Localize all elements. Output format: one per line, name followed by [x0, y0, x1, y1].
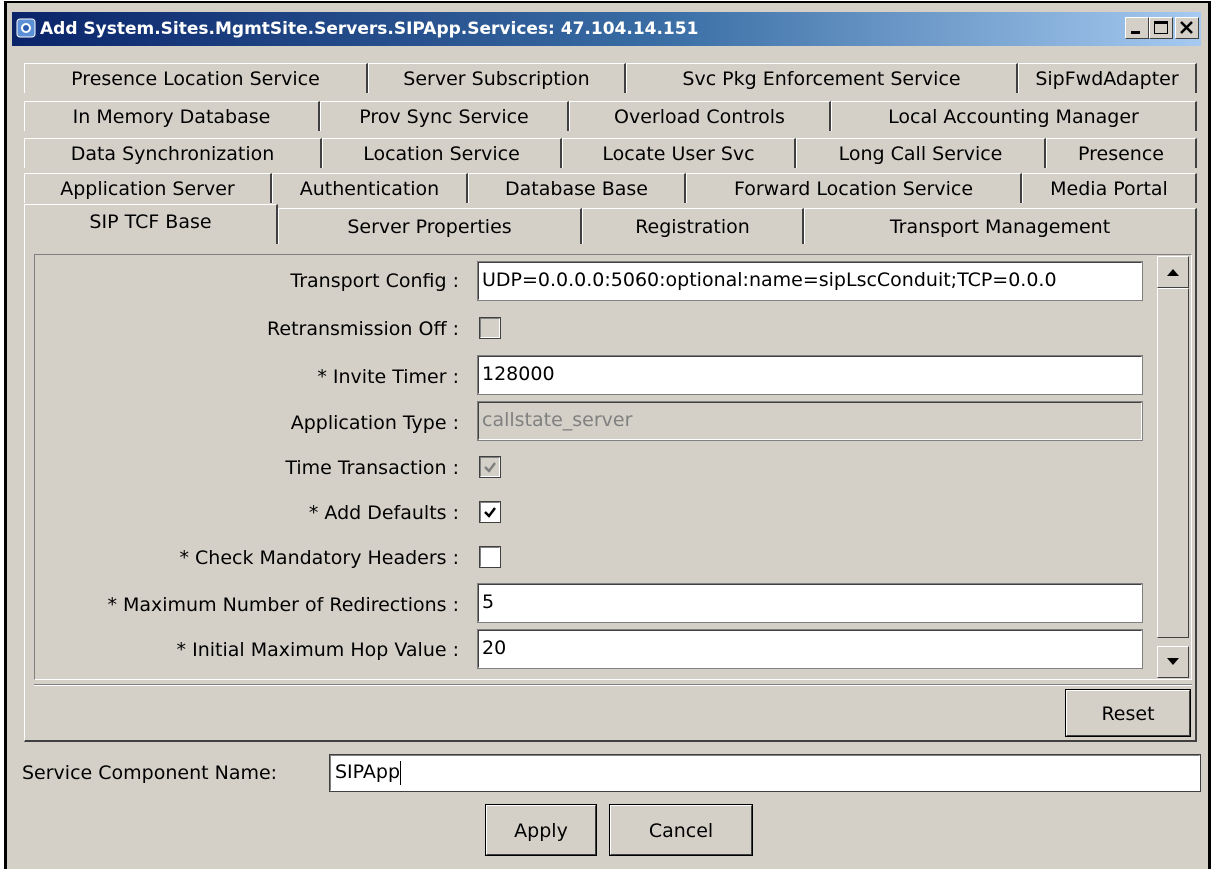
tab-media-portal[interactable]: Media Portal	[1022, 173, 1197, 203]
application-type-field: callstate_server	[477, 401, 1143, 441]
time-transaction-checkbox[interactable]	[479, 456, 501, 478]
cancel-button[interactable]: Cancel	[609, 804, 753, 856]
transport-config-label: Transport Config :	[290, 270, 459, 292]
tab-server-properties[interactable]: Server Properties	[278, 208, 582, 244]
maximize-button[interactable]	[1149, 17, 1173, 39]
apply-button[interactable]: Apply	[485, 804, 597, 856]
close-icon	[1180, 21, 1193, 34]
service-component-name-value: SIPApp	[335, 761, 401, 783]
tab-transport-management[interactable]: Transport Management	[804, 208, 1197, 244]
tab-registration[interactable]: Registration	[582, 208, 804, 244]
panel-separator	[34, 684, 1192, 686]
initial-max-hop-field[interactable]: 20	[477, 629, 1143, 669]
time-transaction-label: Time Transaction :	[285, 457, 459, 479]
max-redirections-label: * Maximum Number of Redirections :	[107, 594, 459, 616]
service-component-name-field[interactable]: SIPApp	[329, 754, 1201, 792]
tab-database-base[interactable]: Database Base	[468, 173, 686, 203]
check-icon	[484, 462, 496, 473]
scroll-down-button[interactable]	[1157, 646, 1189, 678]
text-cursor	[400, 760, 402, 785]
check-icon	[484, 507, 496, 518]
add-defaults-checkbox[interactable]	[479, 501, 501, 523]
maximize-icon	[1154, 21, 1168, 34]
tab-forward-location-service[interactable]: Forward Location Service	[686, 173, 1022, 203]
tab-server-subscription[interactable]: Server Subscription	[368, 63, 626, 93]
retransmission-off-checkbox[interactable]	[479, 317, 501, 339]
tab-long-call-service[interactable]: Long Call Service	[796, 138, 1046, 168]
tab-in-memory-database[interactable]: In Memory Database	[24, 101, 320, 131]
tab-authentication[interactable]: Authentication	[272, 173, 468, 203]
add-defaults-label: * Add Defaults :	[308, 502, 459, 524]
tab-sipfwdadapter[interactable]: SipFwdAdapter	[1018, 63, 1197, 93]
arrow-down-icon	[1167, 658, 1179, 665]
initial-max-hop-label: * Initial Maximum Hop Value :	[176, 639, 459, 661]
scroll-up-button[interactable]	[1157, 256, 1189, 288]
retransmission-off-label: Retransmission Off :	[267, 318, 459, 340]
invite-timer-label: * Invite Timer :	[317, 366, 459, 388]
minimize-icon	[1131, 31, 1140, 34]
scroll-track[interactable]	[1157, 288, 1189, 638]
app-icon	[16, 18, 36, 38]
tab-sip-tcf-base[interactable]: SIP TCF Base	[24, 204, 278, 244]
tab-application-server[interactable]: Application Server	[24, 173, 272, 203]
tab-presence-location-service[interactable]: Presence Location Service	[24, 63, 368, 93]
tab-svc-pkg-enforcement-service[interactable]: Svc Pkg Enforcement Service	[626, 63, 1018, 93]
vertical-scrollbar[interactable]	[1157, 256, 1189, 678]
max-redirections-field[interactable]: 5	[477, 583, 1143, 623]
scroll-thumb[interactable]	[1157, 288, 1189, 638]
tab-presence[interactable]: Presence	[1046, 138, 1197, 168]
minimize-button[interactable]	[1125, 17, 1149, 39]
check-mandatory-headers-checkbox[interactable]	[479, 546, 501, 568]
service-component-label: Service Component Name:	[22, 762, 278, 784]
check-mandatory-headers-label: * Check Mandatory Headers :	[179, 547, 460, 569]
transport-config-field[interactable]: UDP=0.0.0.0:5060:optional:name=sipLscCon…	[477, 261, 1143, 301]
arrow-up-icon	[1167, 269, 1179, 276]
tab-locate-user-svc[interactable]: Locate User Svc	[562, 138, 796, 168]
tab-local-accounting-manager[interactable]: Local Accounting Manager	[831, 101, 1197, 131]
title-bar[interactable]: Add System.Sites.MgmtSite.Servers.SIPApp…	[12, 12, 1201, 46]
invite-timer-field[interactable]: 128000	[477, 355, 1143, 395]
tab-prov-sync-service[interactable]: Prov Sync Service	[320, 101, 569, 131]
application-type-label: Application Type :	[290, 412, 459, 434]
tab-overload-controls[interactable]: Overload Controls	[569, 101, 831, 131]
window-title: Add System.Sites.MgmtSite.Servers.SIPApp…	[40, 19, 699, 39]
reset-button[interactable]: Reset	[1065, 689, 1191, 737]
tab-data-synchronization[interactable]: Data Synchronization	[24, 138, 322, 168]
tab-location-service[interactable]: Location Service	[322, 138, 562, 168]
close-button[interactable]	[1175, 17, 1199, 39]
